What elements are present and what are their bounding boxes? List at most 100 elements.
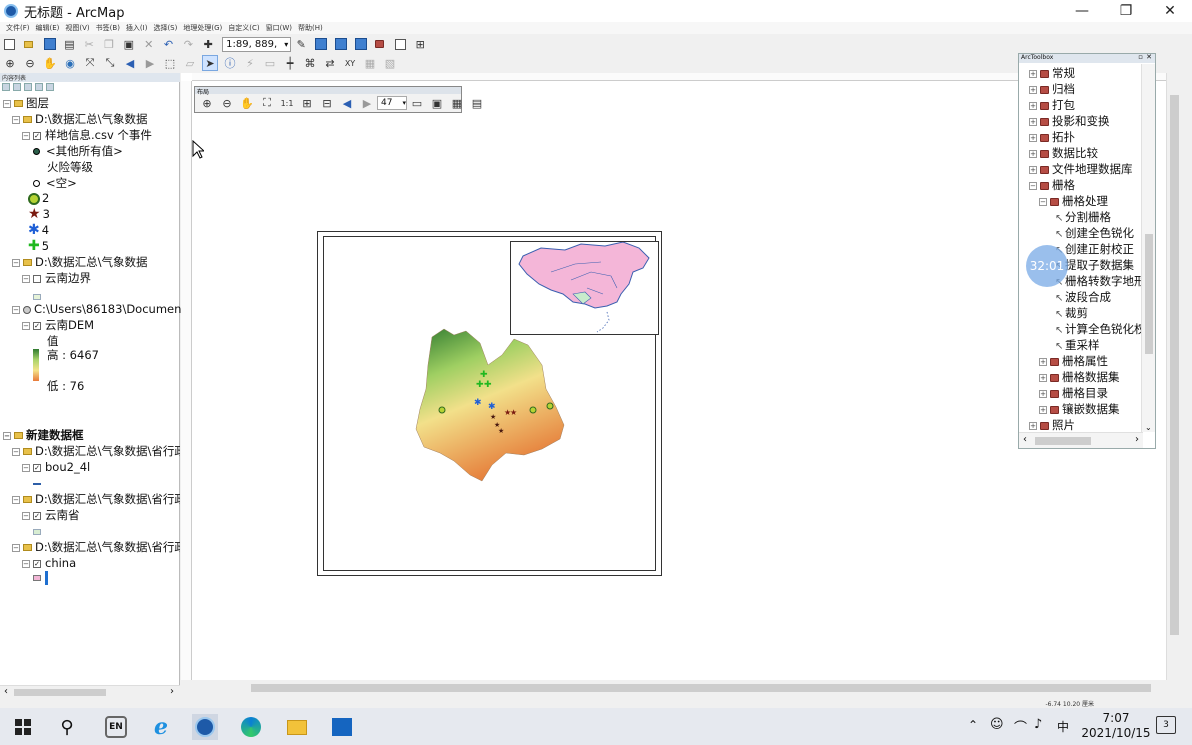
tool-create-orthocorrected[interactable]: ↖创建正射校正	[1055, 242, 1141, 258]
expand-icon[interactable]: +	[1039, 389, 1047, 398]
redo-button[interactable]: ↷	[180, 36, 196, 52]
toolbox-topology[interactable]: + 拓扑	[1029, 130, 1075, 145]
back-extent-button[interactable]: ◀	[122, 55, 138, 71]
map-scale-input[interactable]: 1:89, 889, ▾	[222, 36, 292, 52]
menu-geoprocessing[interactable]: 地理处理(G)	[183, 23, 222, 33]
toolset-mosaic-dataset[interactable]: + 镶嵌数据集	[1039, 402, 1120, 417]
toolbox-raster[interactable]: − 栅格	[1029, 178, 1075, 193]
toc-layer-yunnan-boundary[interactable]: − 云南边界	[22, 271, 91, 286]
fixed-zoom-out-layout-button[interactable]: ⊟	[319, 95, 335, 111]
menu-view[interactable]: 视图(V)	[65, 23, 89, 33]
identify-button[interactable]: ⓘ	[222, 55, 238, 71]
clear-selection-button[interactable]: ▱	[182, 55, 198, 71]
zoom-out-button[interactable]: ⊖	[22, 55, 38, 71]
list-by-drawing-order-icon[interactable]	[2, 83, 10, 91]
collapse-icon[interactable]: −	[22, 131, 30, 140]
data-driven-pages-button[interactable]: ▤	[469, 95, 485, 111]
expand-icon[interactable]: +	[1039, 405, 1047, 414]
open-button[interactable]	[22, 36, 38, 52]
atb-hscroll-thumb[interactable]	[1035, 437, 1091, 445]
volume-icon[interactable]: ♪	[1034, 717, 1042, 732]
arctoolbox-vertical-scrollbar[interactable]: ⌄	[1141, 64, 1155, 432]
menu-customize[interactable]: 自定义(C)	[228, 23, 259, 33]
toc-window-button[interactable]	[313, 36, 329, 52]
fixed-zoom-out-button[interactable]: ⤡	[102, 55, 118, 71]
show-hidden-icons-chevron-icon[interactable]: ⌃	[968, 718, 978, 732]
pan-button[interactable]: ✋	[42, 55, 58, 71]
layer-visibility-checkbox[interactable]: ✓	[33, 321, 41, 330]
collapse-icon[interactable]: −	[12, 115, 20, 124]
paste-button[interactable]: ▣	[121, 36, 137, 52]
add-data-button[interactable]: ✚	[200, 36, 216, 52]
viewer-window-button[interactable]: ▧	[382, 55, 398, 71]
china-inset-map-frame[interactable]	[510, 241, 659, 335]
expand-icon[interactable]: +	[1029, 117, 1037, 126]
save-button[interactable]	[42, 36, 58, 52]
collapse-icon[interactable]: −	[22, 511, 30, 520]
toolbox-archiving[interactable]: + 归档	[1029, 82, 1075, 97]
collapse-icon[interactable]: −	[22, 559, 30, 568]
zoom-whole-page-button[interactable]: ⛶	[259, 95, 275, 111]
toc-group-layer[interactable]: − D:\数据汇总\气象数据\省行政	[12, 492, 180, 507]
layer-visibility-checkbox[interactable]	[33, 274, 41, 283]
photos-app-button[interactable]	[329, 714, 355, 740]
zoom-100-button[interactable]: 1:1	[279, 95, 295, 111]
focus-data-frame-button[interactable]: ▣	[429, 95, 445, 111]
editor-toolbar-button[interactable]: ✎	[293, 36, 309, 52]
arcmap-taskbar-button[interactable]	[192, 714, 218, 740]
new-document-button[interactable]	[2, 36, 18, 52]
qq-tray-icon[interactable]: ☺	[990, 717, 1004, 732]
arctoolbox-horizontal-scrollbar[interactable]: ‹ ›	[1019, 432, 1143, 448]
scroll-left-icon[interactable]: ‹	[1023, 434, 1027, 445]
toolbox-general[interactable]: + 常规	[1029, 66, 1075, 81]
expand-icon[interactable]: +	[1029, 101, 1037, 110]
expand-icon[interactable]: +	[1029, 85, 1037, 94]
modelbuilder-button[interactable]: ⊞	[412, 36, 428, 52]
restore-button[interactable]: ❐	[1104, 0, 1148, 22]
scroll-down-icon[interactable]: ⌄	[1145, 423, 1152, 432]
close-icon[interactable]: ✕	[1146, 53, 1152, 61]
toc-options-icon[interactable]	[46, 83, 54, 91]
zoom-percent-select[interactable]: 47 ▾	[377, 96, 407, 110]
toolbox-photos[interactable]: + 照片	[1029, 418, 1075, 433]
layout-zoom-in-button[interactable]: ⊕	[199, 95, 215, 111]
search-button[interactable]: ⚲	[54, 714, 80, 740]
toolset-raster-dataset[interactable]: + 栅格数据集	[1039, 370, 1120, 385]
file-explorer-button[interactable]	[284, 714, 310, 740]
layer-visibility-checkbox[interactable]: ✓	[33, 559, 41, 568]
list-by-selection-icon[interactable]	[35, 83, 43, 91]
toolbox-package[interactable]: + 打包	[1029, 98, 1075, 113]
toc-layer-yunnan-dem[interactable]: − ✓ 云南DEM	[22, 318, 94, 333]
collapse-icon[interactable]: −	[12, 447, 20, 456]
tool-raster-to-dted[interactable]: ↖栅格转数字地形	[1055, 274, 1141, 290]
toggle-draft-mode-button[interactable]: ▭	[409, 95, 425, 111]
toc-dataframe-layers[interactable]: − 图层	[3, 96, 49, 111]
layer-visibility-checkbox[interactable]: ✓	[33, 511, 41, 520]
scroll-right-icon[interactable]: ›	[1135, 434, 1139, 445]
ie-browser-button[interactable]: ℯ	[148, 714, 174, 740]
toc-group-layer[interactable]: − C:\Users\86183\Documents\	[12, 302, 196, 317]
search-window-button[interactable]	[353, 36, 369, 52]
cut-button[interactable]: ✂	[81, 36, 97, 52]
collapse-icon[interactable]: −	[1039, 197, 1047, 206]
toolbox-projections[interactable]: + 投影和变换	[1029, 114, 1110, 129]
layout-zoom-out-button[interactable]: ⊖	[219, 95, 235, 111]
full-extent-button[interactable]: ◉	[62, 55, 78, 71]
menu-selection[interactable]: 选择(S)	[153, 23, 177, 33]
toc-group-layer[interactable]: − D:\数据汇总\气象数据	[12, 255, 147, 270]
catalog-window-button[interactable]	[333, 36, 349, 52]
toc-group-layer[interactable]: − D:\数据汇总\气象数据	[12, 112, 147, 127]
tool-create-pansharpened[interactable]: ↖ 创建全色锐化	[1055, 226, 1141, 242]
windows-start-button[interactable]	[10, 714, 36, 740]
layout-horizontal-scrollbar[interactable]	[181, 680, 1166, 696]
edge-browser-button[interactable]	[238, 714, 264, 740]
tool-split-raster[interactable]: ↖ 分割栅格	[1055, 210, 1141, 226]
notification-center-button[interactable]: 3	[1156, 716, 1176, 734]
tool-compute-pansharpen-weights[interactable]: ↖ 计算全色锐化权	[1055, 322, 1141, 338]
toc-dataframe-new[interactable]: − 新建数据框	[3, 428, 84, 443]
tool-clip[interactable]: ↖ 裁剪	[1055, 306, 1141, 322]
menu-edit[interactable]: 编辑(E)	[36, 23, 60, 33]
system-clock[interactable]: 7:07 2021/10/15	[1080, 711, 1152, 741]
toolset-raster-catalog[interactable]: + 栅格目录	[1039, 386, 1108, 401]
expand-icon[interactable]: +	[1039, 357, 1047, 366]
